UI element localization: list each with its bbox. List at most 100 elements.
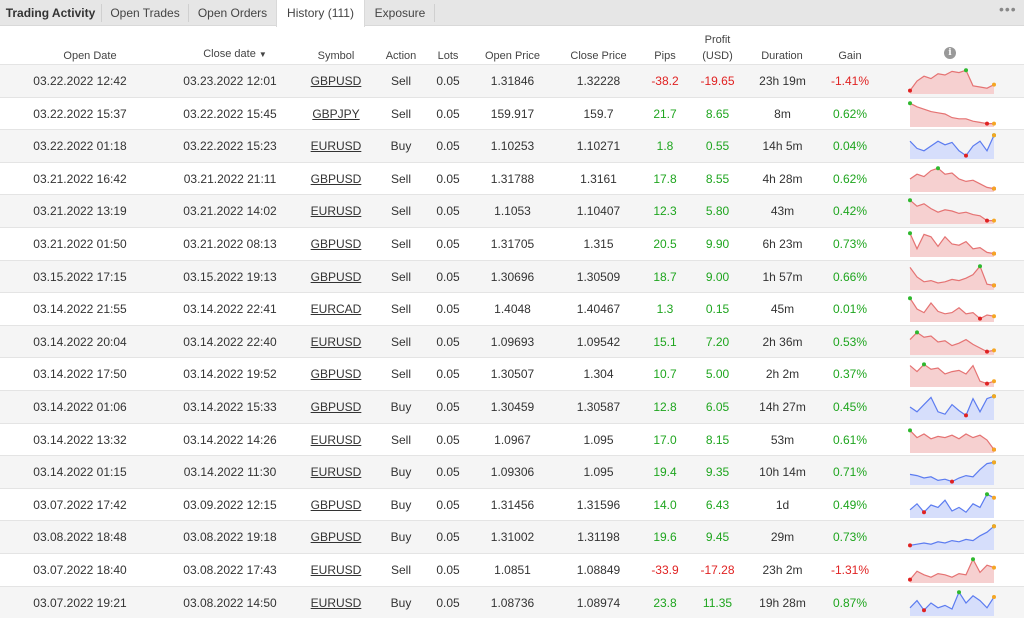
cell-symbol[interactable]: GBPUSD [306,228,366,260]
table-row[interactable]: 03.22.2022 01:18 03.22.2022 15:23 EURUSD Bu… [0,129,1024,162]
table-row[interactable]: 03.14.2022 20:04 03.14.2022 22:40 EURUSD Se… [0,324,1024,358]
cell-close-date: 03.14.2022 19:52 [183,367,277,382]
table-row[interactable]: 03.14.2022 21:55 03.14.2022 22:41 EURCAD Se… [0,292,1024,325]
table-row[interactable]: 03.21.2022 13:19 03.21.2022 14:02 EURUSD Se… [0,194,1024,227]
cell-symbol[interactable]: EURUSD [306,326,366,358]
sparkline-min-marker [908,543,912,548]
cell-action: Sell [390,367,411,382]
cell-close-date: 03.21.2022 14:02 [183,204,277,219]
header-symbol[interactable]: Symbol [306,49,366,63]
cell-open-date: 03.14.2022 01:15 [33,465,127,480]
table-row[interactable]: 03.14.2022 01:15 03.14.2022 11:30 EURUSD Bu… [0,455,1024,488]
cell-symbol[interactable]: EURUSD [306,195,366,227]
header-open-price[interactable]: Open Price [475,49,550,63]
table-row[interactable]: 03.21.2022 01:50 03.21.2022 08:13 GBPUSD Se… [0,227,1024,260]
trade-sparkline [909,491,996,518]
tab-open-orders[interactable]: Open Orders [189,0,276,26]
trade-sparkline [909,133,996,160]
cell-gain: 0.61% [832,432,868,447]
cell-close-price: 1.40467 [576,302,621,317]
table-row[interactable]: 03.14.2022 17:50 03.14.2022 19:52 GBPUSD Se… [0,357,1024,390]
table-row[interactable]: 03.14.2022 01:06 03.14.2022 15:33 GBPUSD Bu… [0,390,1024,423]
cell-pips: 23.8 [653,595,677,610]
sparkline-last-marker [992,314,996,319]
tab-history[interactable]: History (111) [276,0,365,27]
header-close-date[interactable]: Close date ▼ [180,47,290,62]
cell-symbol[interactable]: GBPUSD [306,358,366,390]
header-action[interactable]: Action [376,49,426,63]
cell-action: Sell [390,204,411,219]
sparkline-max-marker [922,362,926,367]
table-row[interactable]: 03.07.2022 18:40 03.08.2022 17:43 EURUSD Se… [0,553,1024,586]
cell-pips: 14.0 [653,497,677,512]
info-icon[interactable]: i [944,47,956,59]
tab-exposure[interactable]: Exposure [366,0,434,26]
table-row[interactable]: 03.22.2022 15:37 03.22.2022 15:45 GBPJPY Se… [0,96,1024,130]
table-row[interactable]: 03.22.2022 12:42 03.23.2022 12:01 GBPUSD Se… [0,64,1024,97]
cell-symbol[interactable]: EURUSD [306,554,366,586]
sparkline-last-marker [992,495,996,500]
cell-symbol[interactable]: GBPUSD [306,391,366,423]
cell-lots: 0.05 [436,465,460,480]
sparkline-last-marker [992,121,996,126]
tab-bar: Trading Activity Open Trades Open Orders… [0,0,1024,27]
header-profit[interactable]: Profit (USD) [690,33,745,63]
cell-open-date: 03.21.2022 13:19 [33,204,127,219]
cell-close-date: 03.08.2022 14:50 [183,595,277,610]
table-row[interactable]: 03.14.2022 13:32 03.14.2022 14:26 EURUSD Se… [0,422,1024,456]
table-row[interactable]: 03.07.2022 19:21 03.08.2022 14:50 EURUSD Bu… [0,585,1024,619]
header-open-date[interactable]: Open Date [40,49,140,63]
sparkline-area [910,364,994,388]
cell-duration: 1h 57m [762,269,803,284]
cell-lots: 0.05 [436,563,460,577]
cell-pips: 12.3 [653,204,677,219]
sparkline-max-marker [971,557,975,562]
cell-symbol[interactable]: GBPJPY [306,98,366,130]
header-lots[interactable]: Lots [428,49,468,63]
header-duration[interactable]: Duration [752,49,812,63]
cell-symbol[interactable]: EURCAD [306,293,366,325]
cell-symbol[interactable]: GBPUSD [306,489,366,521]
sparkline-last-marker [992,186,996,191]
cell-symbol[interactable]: EURUSD [306,130,366,162]
more-dots-icon[interactable]: ••• [999,2,1016,16]
cell-pips: 1.3 [656,302,674,317]
table-row[interactable]: 03.08.2022 18:48 03.08.2022 19:18 GBPUSD Bu… [0,520,1024,553]
header-close-price[interactable]: Close Price [561,49,636,63]
cell-profit: 5.80 [705,204,730,219]
header-gain[interactable]: Gain [825,49,875,63]
table-row[interactable]: 03.07.2022 17:42 03.09.2022 12:15 GBPUSD Bu… [0,487,1024,521]
cell-profit: -19.65 [700,74,735,88]
sparkline-max-marker [915,330,919,335]
cell-symbol[interactable]: EURUSD [306,587,366,619]
cell-pips: 17.8 [653,171,677,186]
cell-action: Buy [390,400,412,414]
cell-symbol[interactable]: EURUSD [306,456,366,488]
cell-close-date: 03.15.2022 19:13 [183,269,277,284]
cell-lots: 0.05 [436,367,460,382]
cell-duration: 45m [770,302,795,317]
cell-lots: 0.05 [436,139,460,154]
header-pips[interactable]: Pips [645,49,685,63]
trade-sparkline [908,231,996,257]
table-row[interactable]: 03.15.2022 17:15 03.15.2022 19:13 GBPUSD Se… [0,259,1024,293]
cell-profit: 9.00 [705,269,730,284]
cell-close-price: 1.08849 [576,563,621,577]
cell-symbol[interactable]: EURUSD [306,424,366,456]
cell-symbol[interactable]: GBPUSD [306,163,366,195]
table-row[interactable]: 03.21.2022 16:42 03.21.2022 21:11 GBPUSD Se… [0,161,1024,195]
cell-symbol[interactable]: GBPUSD [306,261,366,293]
tab-trading-activity[interactable]: Trading Activity [0,0,101,26]
cell-duration: 23h 19m [759,74,806,88]
trade-sparkline [908,427,996,453]
tab-open-trades[interactable]: Open Trades [102,0,188,26]
cell-symbol[interactable]: GBPUSD [306,521,366,553]
cell-symbol[interactable]: GBPUSD [306,65,366,97]
cell-pips: 15.1 [653,334,677,349]
cell-profit: -17.28 [700,563,735,577]
sparkline-max-marker [908,296,912,301]
cell-open-price: 1.31705 [490,237,535,251]
sparkline-min-marker [908,577,912,582]
cell-action: Buy [390,530,412,545]
cell-action: Sell [390,237,411,251]
